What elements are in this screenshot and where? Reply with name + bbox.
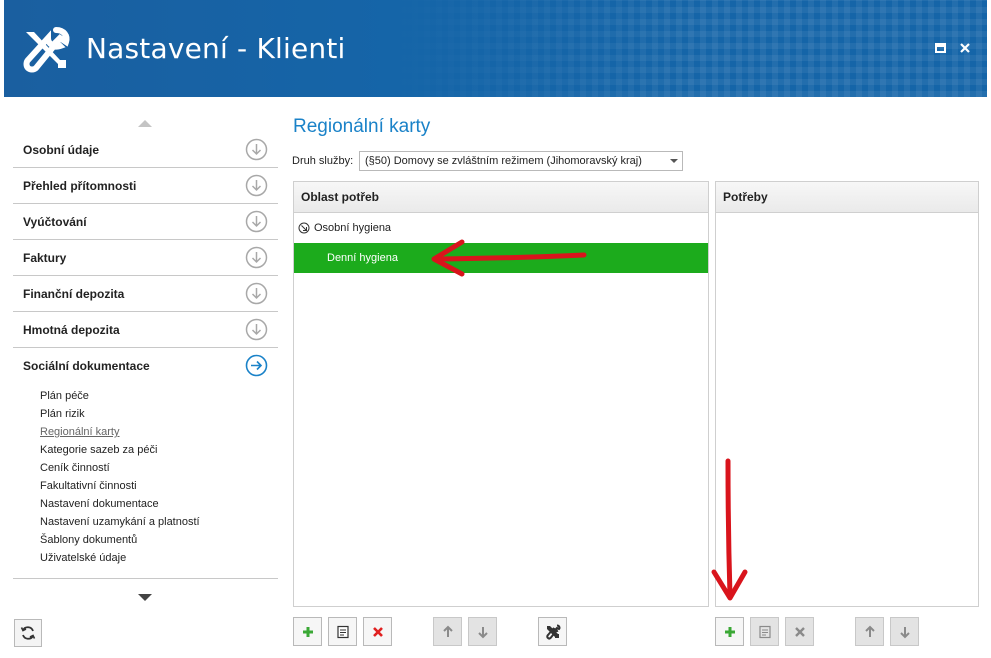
tree-node-osobni-hygiena[interactable]: Osobní hygiena (294, 213, 708, 243)
chevron-down-circle-icon (245, 174, 268, 197)
delete-area-button[interactable] (363, 617, 392, 646)
sidebar-item-label: Vyúčtování (23, 214, 87, 229)
sidebar-item-label: Hmotná depozita (23, 322, 120, 337)
settings-tools-button[interactable] (538, 617, 567, 646)
edit-document-icon (758, 625, 771, 638)
sidebar-divider (13, 578, 278, 579)
sidebar-subitem-nastaveni-dokumentace[interactable]: Nastavení dokumentace (40, 496, 200, 514)
sidebar-subitem-nastaveni-uzamykani[interactable]: Nastavení uzamykání a platností (40, 514, 200, 532)
arrow-down-icon (899, 626, 910, 638)
service-type-value: (§50) Domovy se zvláštním režimem (Jihom… (365, 155, 642, 167)
sidebar-item-osobni-udaje[interactable]: Osobní údaje (13, 132, 278, 168)
sidebar-subitem-regionalni-karty[interactable]: Regionální karty (40, 424, 200, 442)
move-down-area-button[interactable] (468, 617, 497, 646)
close-icon[interactable] (957, 40, 973, 56)
arrow-down-icon (477, 626, 488, 638)
sidebar-item-label: Finanční depozita (23, 286, 125, 301)
maximize-icon[interactable] (933, 40, 949, 56)
move-up-need-button[interactable] (855, 617, 884, 646)
edit-need-button[interactable] (750, 617, 779, 646)
edit-document-icon (336, 625, 349, 638)
arrow-up-icon (442, 625, 453, 637)
refresh-icon (20, 626, 36, 640)
arrow-up-icon (864, 625, 875, 637)
add-area-button[interactable] (293, 617, 322, 646)
plus-icon (724, 626, 735, 637)
refresh-button[interactable] (14, 619, 42, 647)
sidebar-scroll-up-icon[interactable] (138, 120, 152, 127)
chevron-down-circle-icon (245, 138, 268, 161)
move-down-need-button[interactable] (890, 617, 919, 646)
tools-icon (545, 624, 560, 640)
delete-icon (372, 626, 383, 637)
tree-node-label: Denní hygiena (327, 252, 398, 264)
sidebar-item-faktury[interactable]: Faktury (13, 240, 278, 276)
window-title: Nastavení - Klienti (86, 32, 346, 65)
chevron-down-circle-icon (245, 210, 268, 233)
sidebar-item-socialni-dokumentace[interactable]: Sociální dokumentace (13, 348, 278, 384)
add-need-button[interactable] (715, 617, 744, 646)
needs-area-header: Oblast potřeb (294, 182, 708, 213)
needs-area-panel: Oblast potřeb Osobní hygiena Denní hygie… (293, 181, 709, 607)
sidebar-nav: Osobní údaje Přehled přítomnosti Vyúčtov… (13, 132, 278, 384)
chevron-down-circle-icon (245, 282, 268, 305)
sidebar-scroll-down-icon[interactable] (138, 594, 152, 601)
tree-node-denni-hygiena[interactable]: Denní hygiena (294, 243, 708, 273)
sidebar-item-label: Osobní údaje (23, 142, 100, 157)
edit-area-button[interactable] (328, 617, 357, 646)
sidebar-subitem-uzivatelske-udaje[interactable]: Uživatelské údaje (40, 550, 200, 568)
title-bar: Nastavení - Klienti (4, 0, 987, 97)
sidebar-item-label: Přehled přítomnosti (23, 178, 137, 193)
chevron-down-circle-icon (245, 246, 268, 269)
sidebar-subitem-plan-rizik[interactable]: Plán rizik (40, 406, 200, 424)
sidebar-subitem-kategorie-sazeb[interactable]: Kategorie sazeb za péči (40, 442, 200, 460)
sidebar-item-hmotna-depozita[interactable]: Hmotná depozita (13, 312, 278, 348)
sidebar-item-label: Faktury (23, 250, 67, 265)
arrow-right-circle-icon (245, 354, 268, 377)
sidebar-subitem-sablony-dokumentu[interactable]: Šablony dokumentů (40, 532, 200, 550)
sidebar-subitem-plan-pece[interactable]: Plán péče (40, 388, 200, 406)
sidebar-subitem-fakultativni-cinnosti[interactable]: Fakultativní činnosti (40, 478, 200, 496)
sidebar-item-vyuctovani[interactable]: Vyúčtování (13, 204, 278, 240)
plus-icon (302, 626, 313, 637)
sidebar-item-label: Sociální dokumentace (23, 359, 150, 373)
page-title: Regionální karty (293, 116, 431, 137)
service-type-select[interactable]: (§50) Domovy se zvláštním režimem (Jihom… (359, 151, 683, 171)
sidebar-subitem-cenik-cinnosti[interactable]: Ceník činností (40, 460, 200, 478)
tools-icon (23, 27, 70, 73)
dropdown-caret-icon (670, 159, 678, 163)
delete-icon (794, 626, 805, 637)
needs-panel: Potřeby (715, 181, 979, 607)
needs-header: Potřeby (716, 182, 978, 213)
sidebar-item-financni-depozita[interactable]: Finanční depozita (13, 276, 278, 312)
collapse-circle-icon[interactable] (298, 222, 310, 234)
service-type-label: Druh služby: (292, 155, 354, 167)
chevron-down-circle-icon (245, 318, 268, 341)
tree-node-label: Osobní hygiena (314, 222, 392, 234)
sidebar-item-prehled-pritomnosti[interactable]: Přehled přítomnosti (13, 168, 278, 204)
move-up-area-button[interactable] (433, 617, 462, 646)
sidebar-sub-list: Plán péče Plán rizik Regionální karty Ka… (40, 388, 200, 568)
delete-need-button[interactable] (785, 617, 814, 646)
